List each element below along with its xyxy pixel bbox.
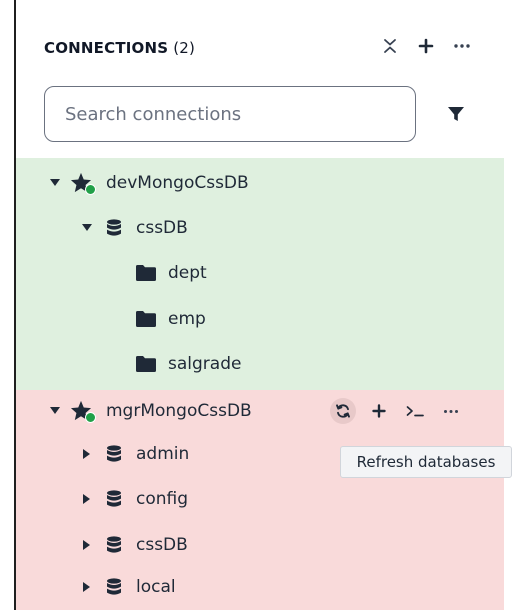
- caret-right-icon[interactable]: [80, 492, 94, 506]
- add-connection-button[interactable]: [416, 36, 436, 56]
- database-icon: [106, 219, 124, 237]
- ellipsis-icon: [454, 44, 470, 48]
- favorite-star-icon: [70, 172, 96, 195]
- caret-right-icon[interactable]: [80, 580, 94, 594]
- caret-right-icon[interactable]: [80, 538, 94, 552]
- database-row-cssDB-dev[interactable]: cssDB: [80, 205, 188, 251]
- database-name: cssDB: [136, 535, 188, 555]
- favorite-star-icon: [70, 400, 96, 423]
- search-row: [44, 86, 484, 144]
- collapse-all-button[interactable]: [380, 36, 400, 56]
- header-actions: [380, 36, 472, 56]
- folder-icon: [136, 265, 156, 281]
- folder-icon: [136, 311, 156, 327]
- refresh-databases-button[interactable]: [330, 398, 356, 424]
- funnel-icon: [448, 107, 464, 121]
- connected-status-dot: [85, 412, 96, 423]
- connection-row-devMongoCssDB[interactable]: devMongoCssDB: [48, 160, 249, 206]
- terminal-icon: [406, 406, 424, 417]
- plus-icon: [372, 404, 386, 418]
- collection-name: emp: [168, 309, 206, 329]
- caret-right-icon[interactable]: [80, 447, 94, 461]
- connection-more-button[interactable]: [438, 398, 464, 424]
- database-name: admin: [136, 444, 190, 464]
- database-icon: [106, 536, 124, 554]
- connections-header: CONNECTIONS (2): [44, 36, 484, 60]
- database-row-cssDB-mgr[interactable]: cssDB: [80, 522, 188, 568]
- create-database-button[interactable]: [366, 398, 392, 424]
- collapse-icon: [384, 39, 396, 53]
- folder-icon: [136, 356, 156, 372]
- search-connections-input[interactable]: [44, 86, 416, 142]
- connection-name: mgrMongoCssDB: [106, 401, 252, 421]
- refresh-databases-tooltip: Refresh databases: [340, 446, 512, 478]
- connection-name: devMongoCssDB: [106, 173, 249, 193]
- database-name: cssDB: [136, 218, 188, 238]
- connection-row-mgrMongoCssDB[interactable]: mgrMongoCssDB: [48, 388, 252, 434]
- collection-name: dept: [168, 263, 207, 283]
- caret-down-icon[interactable]: [48, 176, 62, 190]
- open-shell-button[interactable]: [402, 398, 428, 424]
- collection-row-dept[interactable]: dept: [136, 250, 207, 296]
- connection-row-actions: [330, 396, 480, 426]
- filter-button[interactable]: [444, 102, 468, 126]
- caret-down-icon[interactable]: [80, 221, 94, 235]
- database-icon: [106, 445, 124, 463]
- database-row-admin[interactable]: admin: [80, 431, 189, 477]
- database-name: local: [136, 577, 176, 597]
- connections-count: (2): [173, 39, 196, 57]
- database-name: config: [136, 489, 189, 509]
- database-icon: [106, 578, 124, 596]
- more-options-button[interactable]: [452, 36, 472, 56]
- refresh-icon: [336, 404, 350, 418]
- collection-row-salgrade[interactable]: salgrade: [136, 341, 241, 387]
- collection-name: salgrade: [168, 354, 242, 374]
- connections-sidebar: CONNECTIONS (2) Search connections devMo…: [0, 0, 525, 610]
- database-icon: [106, 490, 124, 508]
- connections-title-text: CONNECTIONS: [44, 39, 169, 57]
- plus-icon: [418, 38, 434, 54]
- database-row-local[interactable]: local: [80, 564, 176, 610]
- connected-status-dot: [85, 184, 96, 195]
- caret-down-icon[interactable]: [48, 404, 62, 418]
- database-row-config[interactable]: config: [80, 476, 188, 522]
- ellipsis-icon: [444, 409, 458, 413]
- collection-row-emp[interactable]: emp: [136, 296, 206, 342]
- connections-title: CONNECTIONS (2): [44, 39, 195, 57]
